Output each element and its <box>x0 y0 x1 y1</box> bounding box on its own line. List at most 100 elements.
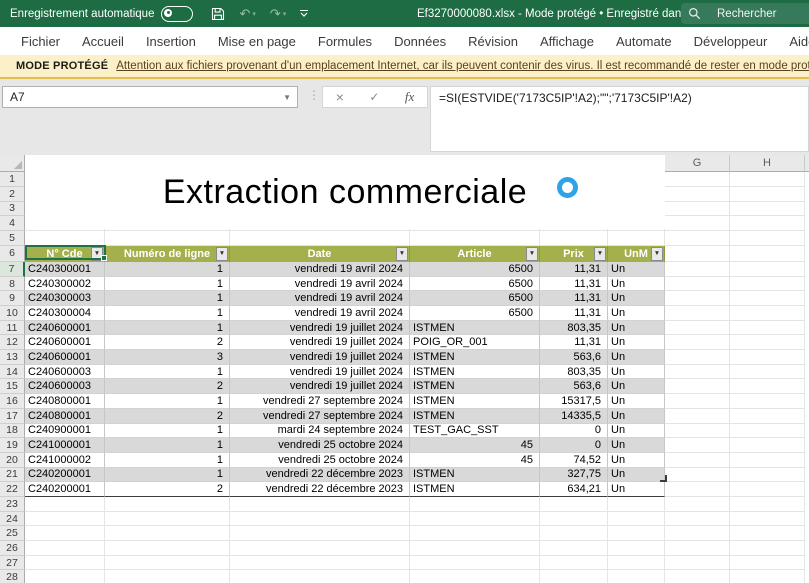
table-cell[interactable]: C240600001 <box>25 350 105 365</box>
table-cell[interactable]: vendredi 19 juillet 2024 <box>230 335 410 350</box>
grid-cell[interactable] <box>730 541 805 556</box>
grid-cell[interactable] <box>105 231 230 246</box>
ribbon-tab-d-veloppeur[interactable]: Développeur <box>683 34 779 49</box>
grid-cell[interactable] <box>105 497 230 512</box>
grid-cell[interactable] <box>25 570 105 583</box>
table-cell[interactable]: 563,6 <box>540 350 608 365</box>
table-cell[interactable]: Un <box>608 379 665 394</box>
search-box[interactable]: Rechercher <box>681 3 809 24</box>
table-cell[interactable]: Un <box>608 365 665 380</box>
grid-cell[interactable] <box>540 570 608 583</box>
row-header-3[interactable]: 3 <box>0 202 25 217</box>
ribbon-tab-affichage[interactable]: Affichage <box>529 34 605 49</box>
filter-dropdown-button[interactable]: ▼ <box>91 247 103 261</box>
select-all-corner[interactable] <box>0 155 25 172</box>
ribbon-tab-automate[interactable]: Automate <box>605 34 683 49</box>
table-cell[interactable]: 634,21 <box>540 482 608 497</box>
ribbon-tab-fichier[interactable]: Fichier <box>10 34 71 49</box>
table-cell[interactable]: 1 <box>105 262 230 277</box>
table-cell[interactable]: vendredi 19 avril 2024 <box>230 262 410 277</box>
row-header-16[interactable]: 16 <box>0 394 25 409</box>
grid-cell[interactable] <box>105 512 230 527</box>
table-cell[interactable]: 6500 <box>410 291 540 306</box>
table-cell[interactable]: 3 <box>105 350 230 365</box>
table-cell[interactable]: Un <box>608 424 665 439</box>
grid-cell[interactable] <box>665 277 730 292</box>
table-cell[interactable]: 803,35 <box>540 365 608 380</box>
grid-cell[interactable] <box>730 379 805 394</box>
grid-cell[interactable] <box>25 512 105 527</box>
grid-cell[interactable] <box>730 497 805 512</box>
grid-cell[interactable] <box>540 526 608 541</box>
table-cell[interactable]: Un <box>608 453 665 468</box>
table-header-unm[interactable]: UnM▼ <box>608 246 665 262</box>
grid-cell[interactable] <box>540 541 608 556</box>
name-box-dropdown-icon[interactable]: ▼ <box>283 93 291 102</box>
table-cell[interactable]: 11,31 <box>540 306 608 321</box>
ribbon-tab-mise-en-page[interactable]: Mise en page <box>207 34 307 49</box>
grid-cell[interactable] <box>730 172 805 187</box>
autosave-toggle[interactable] <box>161 6 193 22</box>
table-cell[interactable]: C240600003 <box>25 365 105 380</box>
row-header-2[interactable]: 2 <box>0 187 25 202</box>
grid-cell[interactable] <box>730 202 805 217</box>
filter-dropdown-button[interactable]: ▼ <box>396 247 408 261</box>
table-cell[interactable]: Un <box>608 394 665 409</box>
grid-cell[interactable] <box>730 350 805 365</box>
ribbon-tab-donn-es[interactable]: Données <box>383 34 457 49</box>
table-cell[interactable]: Un <box>608 321 665 336</box>
table-cell[interactable]: vendredi 19 juillet 2024 <box>230 321 410 336</box>
grid-cell[interactable] <box>665 335 730 350</box>
table-cell[interactable]: 1 <box>105 453 230 468</box>
table-cell[interactable]: ISTMEN <box>410 409 540 424</box>
column-header-h[interactable]: H <box>730 155 805 172</box>
table-header-prix[interactable]: Prix▼ <box>540 246 608 262</box>
grid-cell[interactable] <box>540 512 608 527</box>
row-header-23[interactable]: 23 <box>0 497 25 512</box>
grid-cell[interactable] <box>665 512 730 527</box>
row-header-10[interactable]: 10 <box>0 306 25 321</box>
table-cell[interactable]: C240300001 <box>25 262 105 277</box>
qat-customize-icon[interactable] <box>300 10 308 17</box>
table-cell[interactable]: Un <box>608 277 665 292</box>
grid-cell[interactable] <box>665 306 730 321</box>
filter-dropdown-button[interactable]: ▼ <box>651 247 663 261</box>
row-header-20[interactable]: 20 <box>0 453 25 468</box>
ribbon-tab-insertion[interactable]: Insertion <box>135 34 207 49</box>
table-cell[interactable]: C240600001 <box>25 335 105 350</box>
grid-cell[interactable] <box>730 246 805 262</box>
table-cell[interactable]: 1 <box>105 365 230 380</box>
grid-cell[interactable] <box>25 541 105 556</box>
row-header-17[interactable]: 17 <box>0 409 25 424</box>
formula-input[interactable]: =SI(ESTVIDE('7173C5IP'!A2);"";'7173C5IP'… <box>430 86 809 152</box>
table-cell[interactable]: vendredi 22 décembre 2023 <box>230 482 410 497</box>
row-header-28[interactable]: 28 <box>0 570 25 583</box>
table-cell[interactable]: 74,52 <box>540 453 608 468</box>
ribbon-tab-accueil[interactable]: Accueil <box>71 34 135 49</box>
table-cell[interactable]: C241000001 <box>25 438 105 453</box>
grid-cell[interactable] <box>730 409 805 424</box>
grid-cell[interactable] <box>25 231 105 246</box>
autosave-control[interactable]: Enregistrement automatique <box>10 6 193 22</box>
grid-cell[interactable] <box>410 541 540 556</box>
table-cell[interactable]: C240600001 <box>25 321 105 336</box>
grid-cell[interactable] <box>105 541 230 556</box>
row-header-15[interactable]: 15 <box>0 379 25 394</box>
table-header-n-cde[interactable]: N° Cde▼ <box>25 246 105 262</box>
cancel-entry-icon[interactable]: × <box>336 89 344 105</box>
filter-dropdown-button[interactable]: ▼ <box>216 247 228 261</box>
table-cell[interactable]: 15317,5 <box>540 394 608 409</box>
grid-cell[interactable] <box>665 556 730 571</box>
grid-cell[interactable] <box>665 172 730 187</box>
table-cell[interactable]: C240300002 <box>25 277 105 292</box>
grid-cell[interactable] <box>730 262 805 277</box>
table-resize-handle[interactable] <box>660 475 667 482</box>
grid-cell[interactable] <box>230 231 410 246</box>
table-cell[interactable]: C240800001 <box>25 409 105 424</box>
filter-dropdown-button[interactable]: ▼ <box>594 247 606 261</box>
grid-cell[interactable] <box>730 306 805 321</box>
grid-cell[interactable] <box>608 231 665 246</box>
table-cell[interactable]: vendredi 19 juillet 2024 <box>230 365 410 380</box>
grid-cell[interactable] <box>665 497 730 512</box>
grid-cell[interactable] <box>105 556 230 571</box>
